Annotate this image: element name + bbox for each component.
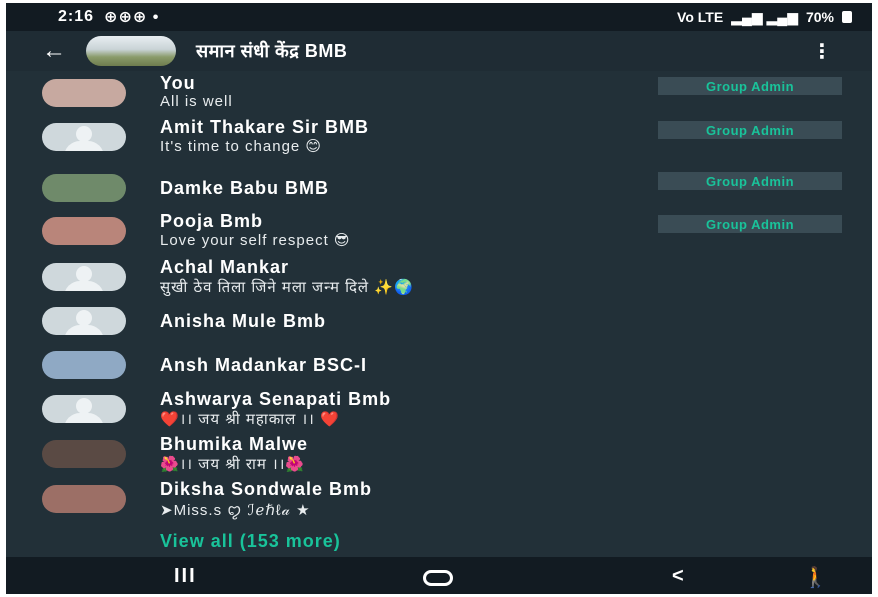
group-avatar[interactable] xyxy=(86,36,176,66)
member-name: Achal Mankar xyxy=(160,257,290,277)
notification-icons: ⊕⊕⊕ • xyxy=(104,9,160,26)
group-header: ← समान संधी केंद्र BMB ⋮ xyxy=(6,31,872,71)
member-name: Ashwarya Senapati Bmb xyxy=(160,389,392,409)
member-name: Pooja Bmb xyxy=(160,211,264,231)
member-name: Diksha Sondwale Bmb xyxy=(160,479,373,499)
member-about: सुखी ठेव तिला जिने मला जन्म दिले ✨🌍 xyxy=(160,279,414,296)
signal-icon: Vo LTE xyxy=(677,9,724,25)
member-row[interactable]: Ashwarya Senapati Bmb ❤️।। जय श्री महाकाल… xyxy=(6,387,872,433)
group-admin-badge: Group Admin xyxy=(658,172,842,190)
member-name: Ansh Madankar BSC-I xyxy=(160,355,368,375)
battery-percent: 70% xyxy=(805,9,834,25)
member-row[interactable]: Amit Thakare Sir BMB It's time to change … xyxy=(6,115,872,161)
member-about: All is well xyxy=(160,93,233,110)
member-row[interactable]: Ansh Madankar BSC-I xyxy=(6,343,872,389)
app-frame: 2:16 ⊕⊕⊕ • Vo LTE ▂▄▆ ▂▄▆ 70% ← समान संध… xyxy=(6,3,872,594)
member-row[interactable]: You All is well Group Admin xyxy=(6,71,872,117)
member-avatar[interactable] xyxy=(42,351,126,379)
member-avatar[interactable] xyxy=(42,485,126,513)
member-avatar[interactable] xyxy=(42,440,126,468)
status-bar: 2:16 ⊕⊕⊕ • Vo LTE ▂▄▆ ▂▄▆ 70% xyxy=(6,3,872,31)
member-list: You All is well Group Admin Amit Thakare Si… xyxy=(6,71,872,557)
member-about: Love your self respect 😎 xyxy=(160,232,351,249)
member-avatar[interactable] xyxy=(42,217,126,245)
group-admin-badge: Group Admin xyxy=(658,121,842,139)
default-avatar-icon[interactable] xyxy=(42,395,126,423)
more-options-icon[interactable]: ⋮ xyxy=(812,39,832,64)
default-avatar-icon[interactable] xyxy=(42,123,126,151)
member-name: Bhumika Malwe xyxy=(160,434,309,454)
status-right: Vo LTE ▂▄▆ ▂▄▆ 70% xyxy=(677,9,852,26)
group-admin-badge: Group Admin xyxy=(658,215,842,233)
member-about: 🌺।। जय श्री राम ।।🌺 xyxy=(160,456,306,473)
group-admin-badge: Group Admin xyxy=(658,77,842,95)
signal-bars-icon: ▂▄▆ ▂▄▆ xyxy=(731,8,798,25)
view-all-link[interactable]: View all (153 more) xyxy=(160,531,341,552)
group-name[interactable]: समान संधी केंद्र BMB xyxy=(196,39,347,63)
nav-back-button[interactable]: < xyxy=(672,565,684,588)
member-about: It's time to change 😊 xyxy=(160,138,323,155)
member-row[interactable]: Pooja Bmb Love your self respect 😎 Group A… xyxy=(6,209,872,255)
default-avatar-icon[interactable] xyxy=(42,263,126,291)
member-row[interactable]: Damke Babu BMB Group Admin xyxy=(6,166,872,212)
member-row[interactable]: Diksha Sondwale Bmb ➤Miss.s ꨄ ℐℯℏℓ𝒶 ★ xyxy=(6,477,872,523)
member-name: Anisha Mule Bmb xyxy=(160,311,327,331)
member-name: You xyxy=(160,73,196,93)
member-row[interactable]: Anisha Mule Bmb xyxy=(6,299,872,345)
member-row[interactable]: Bhumika Malwe 🌺।। जय श्री राम ।।🌺 xyxy=(6,432,872,478)
member-avatar[interactable] xyxy=(42,174,126,202)
battery-icon xyxy=(842,11,852,23)
member-about: ➤Miss.s ꨄ ℐℯℏℓ𝒶 ★ xyxy=(160,502,311,519)
home-button[interactable] xyxy=(423,570,453,586)
member-name: Amit Thakare Sir BMB xyxy=(160,117,370,137)
system-nav-bar: III < 🚶 xyxy=(6,560,872,594)
member-about: ❤️।। जय श्री महाकाल ।। ❤️ xyxy=(160,411,340,428)
status-time: 2:16 xyxy=(58,8,95,25)
member-name: Damke Babu BMB xyxy=(160,178,330,198)
member-avatar[interactable] xyxy=(42,79,126,107)
accessibility-icon[interactable]: 🚶 xyxy=(803,565,828,590)
recents-button[interactable]: III xyxy=(174,565,197,588)
back-arrow-icon[interactable]: ← xyxy=(30,37,78,65)
member-row[interactable]: Achal Mankar सुखी ठेव तिला जिने मला जन्म … xyxy=(6,255,872,301)
default-avatar-icon[interactable] xyxy=(42,307,126,335)
